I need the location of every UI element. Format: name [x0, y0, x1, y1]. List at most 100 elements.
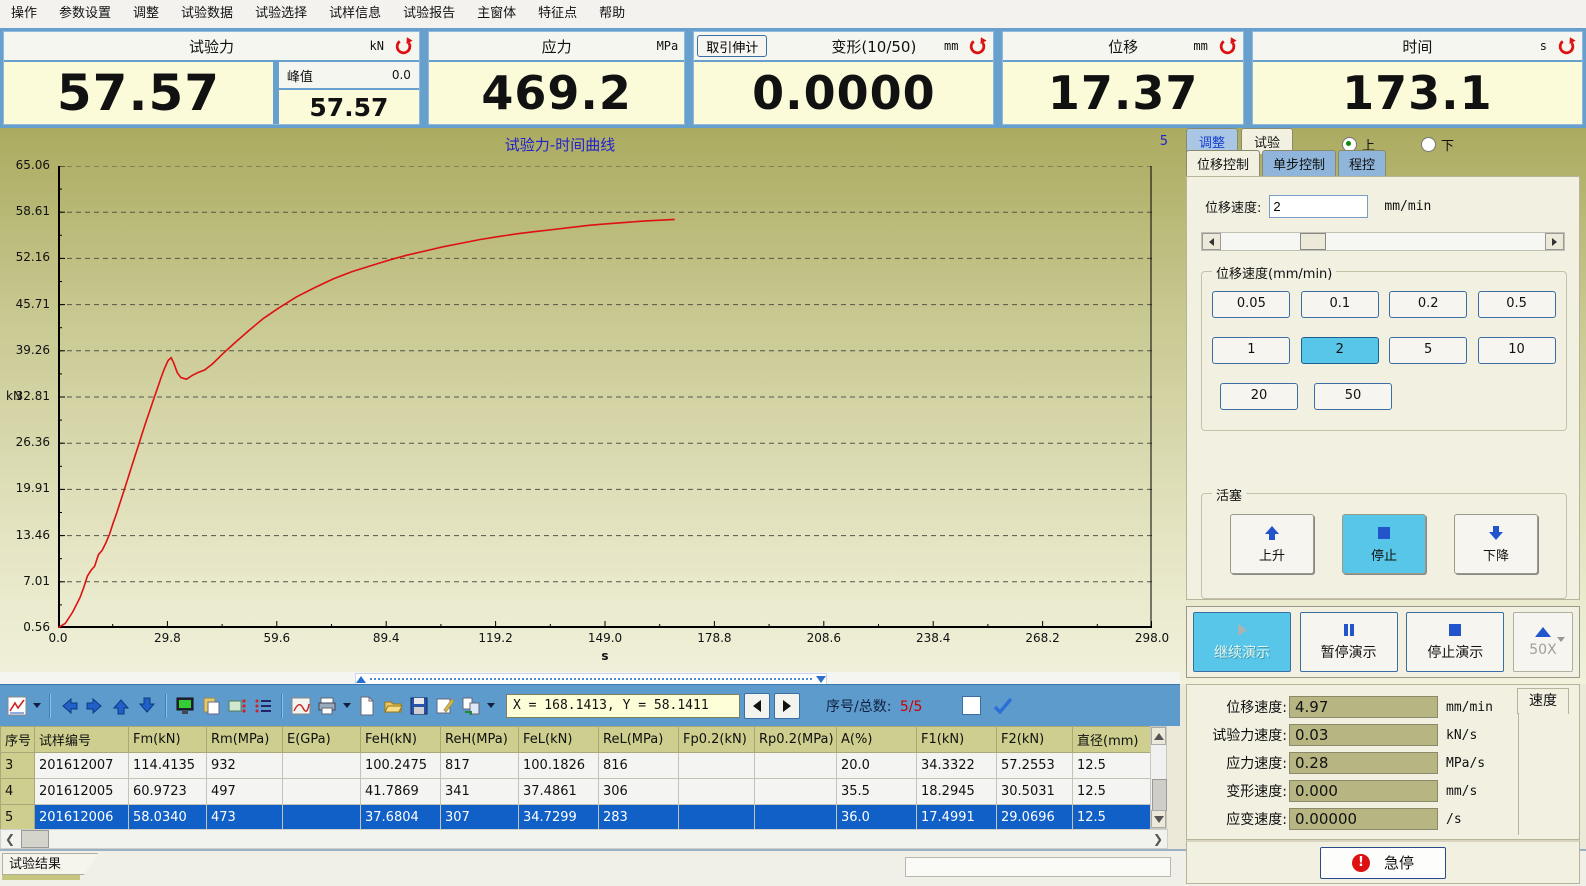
subtab-item[interactable]: 单步控制 [1262, 150, 1336, 176]
scroll-up-icon[interactable] [1151, 727, 1166, 745]
tab-speed[interactable]: 速度 [1517, 688, 1569, 714]
paste-icon[interactable] [199, 694, 223, 718]
scroll-left-icon[interactable]: ❮ [1, 830, 19, 848]
piston-up-button[interactable]: 上升 [1230, 514, 1314, 574]
column-header[interactable]: 直径(mm) [1073, 727, 1151, 753]
refresh-icon[interactable] [394, 37, 413, 56]
open-folder-icon[interactable] [381, 694, 405, 718]
refresh-icon[interactable] [1218, 37, 1237, 56]
column-header[interactable]: A(%) [837, 727, 917, 753]
table-cell[interactable]: 473 [207, 805, 283, 830]
column-header[interactable]: FeH(kN) [361, 727, 441, 753]
table-cell[interactable]: 201612006 [35, 805, 129, 830]
table-cell[interactable] [283, 779, 361, 805]
slider-left-icon[interactable] [1202, 233, 1221, 250]
table-cell[interactable]: 57.2553 [997, 753, 1073, 779]
table-cell[interactable]: 41.7869 [361, 779, 441, 805]
data-transfer-icon[interactable] [459, 694, 483, 718]
report-curve-icon[interactable] [289, 694, 313, 718]
table-cell[interactable]: 3 [1, 753, 35, 779]
monitor-icon[interactable] [173, 694, 197, 718]
table-cell[interactable] [679, 779, 755, 805]
menu-item[interactable]: 试验选择 [244, 0, 318, 28]
column-header[interactable]: Rm(MPa) [207, 727, 283, 753]
table-cell[interactable]: 497 [207, 779, 283, 805]
speed-preset-button[interactable]: 20 [1220, 383, 1298, 410]
prev-point-button[interactable] [744, 693, 770, 719]
menu-item[interactable]: 帮助 [588, 0, 636, 28]
table-cell[interactable]: 37.6804 [361, 805, 441, 830]
emergency-stop-button[interactable]: 急停 [1320, 847, 1446, 879]
menu-item[interactable]: 试验报告 [392, 0, 466, 28]
table-cell[interactable]: 20.0 [837, 753, 917, 779]
new-file-icon[interactable] [355, 694, 379, 718]
table-cell[interactable]: 816 [599, 753, 679, 779]
menu-item[interactable]: 主窗体 [466, 0, 527, 28]
demo-speed-button[interactable]: 50X [1513, 612, 1573, 672]
table-cell[interactable]: 12.5 [1073, 805, 1151, 830]
table-cell[interactable]: 60.9723 [129, 779, 207, 805]
resume-demo-button[interactable]: 继续演示 [1193, 612, 1291, 672]
table-cell[interactable] [755, 779, 837, 805]
speed-preset-button[interactable]: 0.05 [1212, 291, 1290, 318]
table-cell[interactable]: 37.4861 [519, 779, 599, 805]
table-cell[interactable]: 34.7299 [519, 805, 599, 830]
arrow-left-icon[interactable] [57, 694, 81, 718]
column-header[interactable]: F1(kN) [917, 727, 997, 753]
stop-demo-button[interactable]: 停止演示 [1406, 612, 1504, 672]
table-cell[interactable] [283, 753, 361, 779]
table-cell[interactable]: 114.4135 [129, 753, 207, 779]
chevron-down-icon[interactable] [33, 703, 41, 708]
speed-preset-button[interactable]: 0.1 [1301, 291, 1379, 318]
piston-stop-button[interactable]: 停止 [1342, 514, 1426, 574]
subtab-item[interactable]: 程控 [1338, 150, 1386, 176]
column-header[interactable]: Fp0.2(kN) [679, 727, 755, 753]
speed-preset-button[interactable]: 10 [1478, 337, 1556, 364]
piston-down-button[interactable]: 下降 [1454, 514, 1538, 574]
table-cell[interactable]: 12.5 [1073, 753, 1151, 779]
list-icon[interactable] [251, 694, 275, 718]
table-row[interactable]: 520161200658.034047337.680430734.7299283… [1, 805, 1151, 830]
table-cell[interactable]: 18.2945 [917, 779, 997, 805]
table-row[interactable]: 3201612007114.4135932100.2475817100.1826… [1, 753, 1151, 779]
column-header[interactable]: 序号 [1, 727, 35, 753]
speed-preset-button[interactable]: 50 [1314, 383, 1392, 410]
table-cell[interactable]: 283 [599, 805, 679, 830]
edit-data-icon[interactable] [225, 694, 249, 718]
curve-select-icon[interactable] [5, 694, 29, 718]
select-checkbox[interactable] [962, 696, 981, 715]
table-vertical-scrollbar[interactable] [1150, 726, 1167, 829]
table-cell[interactable] [679, 805, 755, 830]
apply-check-icon[interactable] [991, 694, 1015, 718]
table-cell[interactable]: 307 [441, 805, 519, 830]
pause-demo-button[interactable]: 暂停演示 [1300, 612, 1398, 672]
table-cell[interactable]: 17.4991 [917, 805, 997, 830]
table-cell[interactable]: 5 [1, 805, 35, 830]
refresh-icon[interactable] [968, 37, 987, 56]
column-header[interactable]: E(GPa) [283, 727, 361, 753]
arrow-down-icon[interactable] [135, 694, 159, 718]
arrow-right-icon[interactable] [83, 694, 107, 718]
scrollbar-thumb[interactable] [21, 830, 49, 848]
table-cell[interactable]: 817 [441, 753, 519, 779]
table-cell[interactable] [755, 805, 837, 830]
menu-item[interactable]: 特征点 [527, 0, 588, 28]
radio-down[interactable]: 下 [1421, 135, 1454, 154]
column-header[interactable]: ReH(MPa) [441, 727, 519, 753]
next-point-button[interactable] [774, 693, 800, 719]
tab-test-results[interactable]: 试验结果 [2, 853, 98, 875]
slider-right-icon[interactable] [1545, 233, 1564, 250]
arrow-up-icon[interactable] [109, 694, 133, 718]
menu-item[interactable]: 试样信息 [318, 0, 392, 28]
speed-preset-button[interactable]: 0.2 [1389, 291, 1467, 318]
table-cell[interactable]: 29.0696 [997, 805, 1073, 830]
extensometer-button[interactable]: 取引伸计 [697, 35, 767, 57]
menu-item[interactable]: 试验数据 [170, 0, 244, 28]
table-cell[interactable]: 201612007 [35, 753, 129, 779]
column-header[interactable]: 试样编号 [35, 727, 129, 753]
column-header[interactable]: Fm(kN) [129, 727, 207, 753]
table-cell[interactable]: 100.1826 [519, 753, 599, 779]
speed-slider[interactable] [1201, 232, 1565, 251]
table-cell[interactable]: 36.0 [837, 805, 917, 830]
speed-preset-button[interactable]: 5 [1389, 337, 1467, 364]
